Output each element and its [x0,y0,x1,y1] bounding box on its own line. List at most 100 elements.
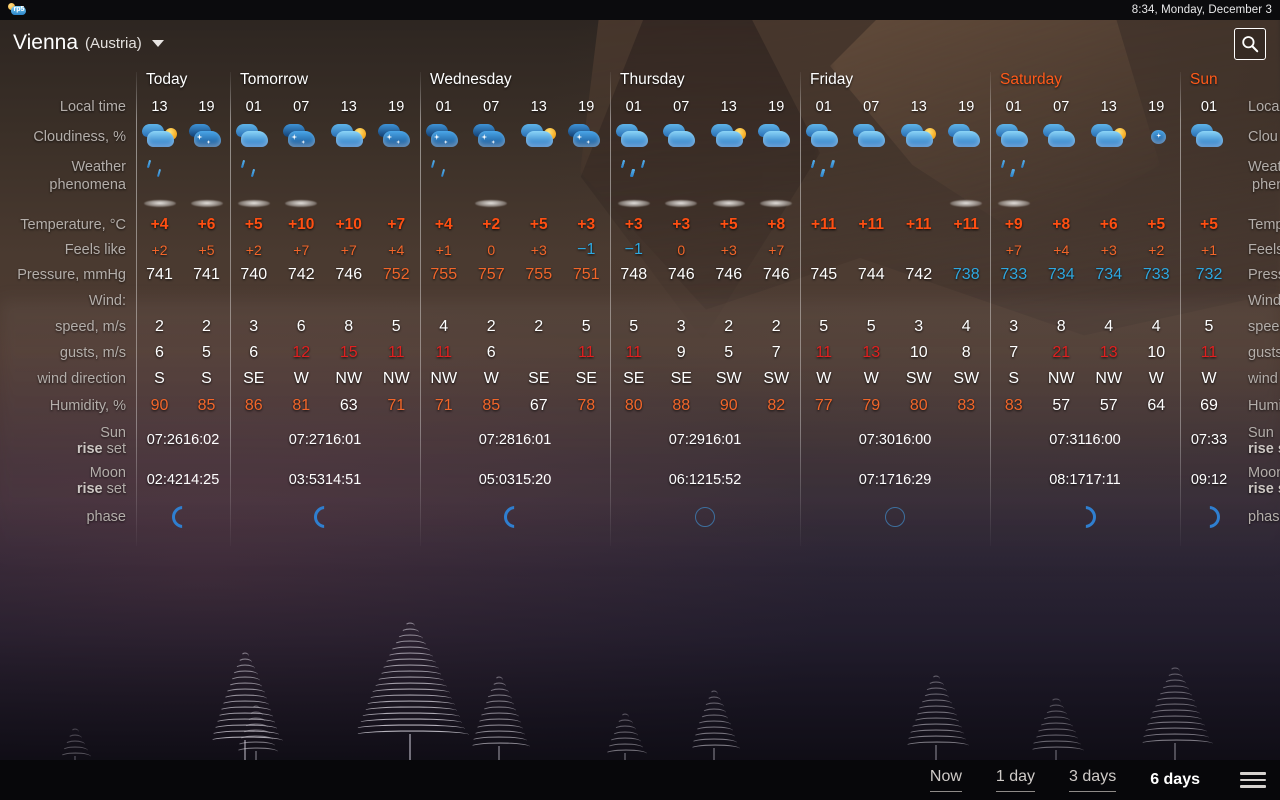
row-wind-gusts: 65 [136,340,230,366]
row-label-right-pressure: Press [1248,267,1280,283]
row-humidity: 77 79 80 83 [800,392,990,420]
pressure-value: 746 [715,266,743,283]
chevron-down-icon[interactable] [151,39,164,47]
row-wind-spacer [136,288,230,314]
day-column-sun[interactable]: Sun 01 +5 +1 732 5 11 W 69 07:33 09:12 [1180,66,1238,546]
pressure-value: 740 [240,266,268,283]
feels-like-value: +7 [768,242,785,258]
nav-link-6-days[interactable]: 6 days [1150,771,1200,789]
row-wind-direction: W [1180,366,1238,392]
nav-link-now[interactable]: Now [929,768,962,792]
day-column-friday[interactable]: Friday 01 07 13 19 +11 +11 +11 +11 745 744 742 738 5 5… [800,66,990,546]
pressure-value: 755 [525,266,553,283]
search-button[interactable] [1234,28,1266,60]
fog-icon [190,200,223,207]
wind-gusts-value: 5 [202,344,211,361]
cloud-sun-icon [329,122,369,152]
time-slot: 19 [768,99,785,115]
cloud-night-icon [376,122,416,152]
cloud-night-icon [566,122,606,152]
time-slot: 07 [1053,99,1070,115]
humidity-value: 90 [719,397,738,414]
row-wind-speed: 3 6 8 5 [230,314,420,340]
day-column-thursday[interactable]: Thursday 01 07 13 19 +3 +3 +5 +8 −1 0 +3 +7 748 746 746… [610,66,800,546]
time-slot: 01 [625,99,642,115]
row-cloudiness-icons [136,120,230,154]
row-local-time: 01 07 13 19 [230,94,420,120]
row-weather-phenomena [1180,154,1238,196]
moon-phase-waxing-icon [1074,506,1096,528]
nav-link-1-day[interactable]: 1 day [995,768,1036,792]
day-column-saturday[interactable]: Saturday 01 07 13 19 +9 +8 +6 +5 +7 +4 +3 +2 733 734 73… [990,66,1180,546]
sunset-value: 16:01 [705,432,742,448]
city-header[interactable]: Vienna (Austria) [0,20,1280,66]
fir-tree [690,688,740,764]
row-label-right-temperature: Temp [1248,217,1280,233]
row-fog [420,196,610,212]
moonrise-value: 02:42 [146,472,183,488]
day-column-wednesday[interactable]: Wednesday 01 07 13 19 +4 +2 +5 +3 +1 0 +3 −1 755 757 75… [420,66,610,546]
rain-drops-icon [990,156,1180,186]
temperature-value: +9 [1004,216,1023,233]
cloud-rain-icon [614,122,654,152]
row-label-wind: Wind: [88,293,126,309]
sunrise-value: 07:31 [1049,432,1085,448]
column-divider [1180,72,1181,546]
feels-like-value: +4 [388,242,405,258]
row-wind-spacer [990,288,1180,314]
row-moon-phase [610,506,800,540]
time-slot: 07 [483,99,500,115]
cloud-rain-icon [851,122,891,152]
moon-phase-waning-icon [314,506,336,528]
feels-like-value: +7 [1005,242,1022,258]
row-weather-phenomena [610,154,800,196]
wind-direction-value: W [1201,370,1217,387]
wind-speed-value: 3 [676,318,686,335]
temperature-value: +5 [719,216,738,233]
nav-link-3-days[interactable]: 3 days [1069,768,1117,792]
row-temperature: +3 +3 +5 +8 [610,212,800,238]
fir-tree [1140,665,1213,764]
humidity-value: 64 [1147,397,1166,414]
row-temperature: +5 +10 +10 +7 [230,212,420,238]
wind-direction-value: S [154,370,165,387]
row-humidity: 90 85 [136,392,230,420]
row-humidity: 69 [1180,392,1238,420]
humidity-value: 71 [387,397,406,414]
temperature-value: +10 [335,216,362,233]
cloud-night-icon [187,122,227,152]
row-feels-like: +7 +4 +3 +2 [990,238,1180,262]
wind-direction-value: W [483,370,499,387]
moon-phase-waxing-icon [1198,506,1220,528]
sunrise-value: 07:28 [478,432,515,448]
moon-phase-new-icon [884,506,906,528]
row-label-moon-phase: phase [86,509,126,525]
fir-tree [905,673,970,764]
wind-direction-value: W [293,370,309,387]
cloud-rain-icon [234,122,274,152]
wind-gusts-value: 7 [771,344,781,361]
fog-icon [143,200,176,207]
row-pressure: 745 744 742 738 [800,262,990,288]
wind-gusts-value: 13 [1099,344,1118,361]
moon-phase-new-icon [694,506,716,528]
row-wind-spacer [610,288,800,314]
cloud-rain-icon [661,122,701,152]
row-fog [230,196,420,212]
wind-direction-value: W [1148,370,1164,387]
day-column-today[interactable]: Today 13 19 +4 +6 +2 +5 741 741 2 2 6 5 S S 90 85 07:2616… [136,66,230,546]
fir-tree [355,620,470,764]
sunset-value: 16:01 [515,432,552,448]
row-humidity: 86 81 63 71 [230,392,420,420]
moonset-value: 14:25 [183,472,220,488]
time-slot: 01 [1200,99,1218,115]
moonrise-value: 08:17 [1049,472,1086,488]
hamburger-menu-icon[interactable] [1240,772,1266,788]
wind-speed-value: 3 [1009,318,1019,335]
wind-speed-value: 2 [155,318,164,335]
sunset-value: 16:00 [1084,432,1121,448]
day-column-tomorrow[interactable]: Tomorrow 01 07 13 19 +5 +10 +10 +7 +2 +7 +7 +4 740 742… [230,66,420,546]
wind-speed-value: 3 [249,318,259,335]
wind-direction-value: NW [1095,370,1123,387]
wind-gusts-value: 11 [815,344,833,361]
